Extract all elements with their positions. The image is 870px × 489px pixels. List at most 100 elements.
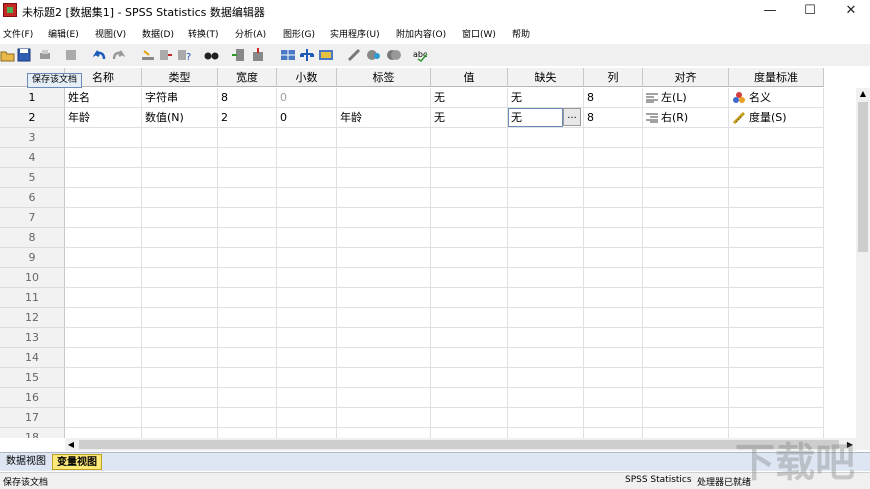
col-header-type[interactable]: 类型 xyxy=(142,68,218,87)
empty-cell[interactable] xyxy=(277,248,337,268)
empty-cell[interactable] xyxy=(508,228,584,248)
empty-cell[interactable] xyxy=(729,168,824,188)
weight-cases-icon[interactable] xyxy=(299,47,315,63)
horizontal-scroll-thumb[interactable] xyxy=(79,440,839,449)
empty-cell[interactable] xyxy=(508,208,584,228)
empty-cell[interactable] xyxy=(729,208,824,228)
cell-name[interactable]: 姓名 xyxy=(65,88,142,108)
empty-cell[interactable] xyxy=(431,368,508,388)
empty-cell[interactable] xyxy=(508,328,584,348)
cell-label[interactable]: 年龄 xyxy=(337,108,431,128)
empty-cell[interactable] xyxy=(729,128,824,148)
empty-cell[interactable] xyxy=(337,368,431,388)
goto-case-icon[interactable] xyxy=(140,47,156,63)
row-header[interactable]: 5 xyxy=(0,168,65,188)
empty-cell[interactable] xyxy=(218,248,277,268)
empty-cell[interactable] xyxy=(142,328,218,348)
open-folder-icon[interactable] xyxy=(0,47,16,63)
value-labels-icon[interactable] xyxy=(346,47,362,63)
empty-cell[interactable] xyxy=(643,328,729,348)
print-icon[interactable] xyxy=(37,47,53,63)
empty-cell[interactable] xyxy=(337,268,431,288)
empty-cell[interactable] xyxy=(431,288,508,308)
empty-cell[interactable] xyxy=(584,128,643,148)
empty-cell[interactable] xyxy=(142,148,218,168)
empty-cell[interactable] xyxy=(142,388,218,408)
empty-cell[interactable] xyxy=(643,128,729,148)
empty-cell[interactable] xyxy=(729,308,824,328)
col-header-label[interactable]: 标签 xyxy=(337,68,431,87)
empty-cell[interactable] xyxy=(218,268,277,288)
scroll-left-arrow-icon[interactable]: ◀ xyxy=(65,438,77,451)
find-icon[interactable] xyxy=(204,47,220,63)
empty-cell[interactable] xyxy=(729,248,824,268)
empty-cell[interactable] xyxy=(643,388,729,408)
empty-cell[interactable] xyxy=(508,288,584,308)
empty-cell[interactable] xyxy=(584,428,643,438)
variables-icon[interactable]: ? xyxy=(176,47,192,63)
empty-cell[interactable] xyxy=(643,368,729,388)
empty-cell[interactable] xyxy=(142,128,218,148)
empty-cell[interactable] xyxy=(643,208,729,228)
empty-cell[interactable] xyxy=(508,168,584,188)
empty-cell[interactable] xyxy=(508,368,584,388)
empty-cell[interactable] xyxy=(142,308,218,328)
row-header[interactable]: 16 xyxy=(0,388,65,408)
empty-cell[interactable] xyxy=(643,408,729,428)
empty-cell[interactable] xyxy=(142,348,218,368)
empty-cell[interactable] xyxy=(277,288,337,308)
empty-cell[interactable] xyxy=(218,388,277,408)
cell-align[interactable]: 左(L) xyxy=(643,88,729,108)
empty-cell[interactable] xyxy=(431,328,508,348)
empty-cell[interactable] xyxy=(431,208,508,228)
show-all-icon[interactable] xyxy=(386,47,402,63)
cell-name[interactable]: 年龄 xyxy=(65,108,142,128)
menu-help[interactable]: 帮助 xyxy=(512,27,530,40)
empty-cell[interactable] xyxy=(65,128,142,148)
empty-cell[interactable] xyxy=(584,288,643,308)
empty-cell[interactable] xyxy=(65,368,142,388)
empty-cell[interactable] xyxy=(508,428,584,438)
empty-cell[interactable] xyxy=(337,228,431,248)
empty-cell[interactable] xyxy=(277,388,337,408)
empty-cell[interactable] xyxy=(508,128,584,148)
undo-icon[interactable] xyxy=(92,47,108,63)
row-header[interactable]: 13 xyxy=(0,328,65,348)
empty-cell[interactable] xyxy=(277,348,337,368)
empty-cell[interactable] xyxy=(729,328,824,348)
col-header-decimals[interactable]: 小数 xyxy=(277,68,337,87)
empty-cell[interactable] xyxy=(337,308,431,328)
menu-edit[interactable]: 编辑(E) xyxy=(48,27,79,40)
row-header[interactable]: 10 xyxy=(0,268,65,288)
empty-cell[interactable] xyxy=(584,168,643,188)
empty-cell[interactable] xyxy=(337,208,431,228)
empty-cell[interactable] xyxy=(65,288,142,308)
empty-cell[interactable] xyxy=(584,148,643,168)
empty-cell[interactable] xyxy=(277,308,337,328)
recall-dialog-icon[interactable] xyxy=(63,47,79,63)
empty-cell[interactable] xyxy=(431,348,508,368)
empty-cell[interactable] xyxy=(218,168,277,188)
empty-cell[interactable] xyxy=(508,268,584,288)
col-header-align[interactable]: 对齐 xyxy=(643,68,729,87)
cell-missing[interactable]: 无 xyxy=(508,88,584,108)
empty-cell[interactable] xyxy=(508,408,584,428)
empty-cell[interactable] xyxy=(643,248,729,268)
row-header[interactable]: 14 xyxy=(0,348,65,368)
empty-cell[interactable] xyxy=(431,388,508,408)
row-header[interactable]: 8 xyxy=(0,228,65,248)
minimize-button[interactable]: — xyxy=(752,0,788,22)
empty-cell[interactable] xyxy=(584,248,643,268)
empty-cell[interactable] xyxy=(65,388,142,408)
empty-cell[interactable] xyxy=(431,128,508,148)
empty-cell[interactable] xyxy=(431,168,508,188)
spelling-icon[interactable]: abc xyxy=(413,47,429,63)
empty-cell[interactable] xyxy=(729,288,824,308)
menu-window[interactable]: 窗口(W) xyxy=(462,27,496,40)
empty-cell[interactable] xyxy=(277,188,337,208)
empty-cell[interactable] xyxy=(277,428,337,438)
split-file-icon[interactable] xyxy=(280,47,296,63)
empty-cell[interactable] xyxy=(508,348,584,368)
empty-cell[interactable] xyxy=(729,388,824,408)
empty-cell[interactable] xyxy=(431,308,508,328)
